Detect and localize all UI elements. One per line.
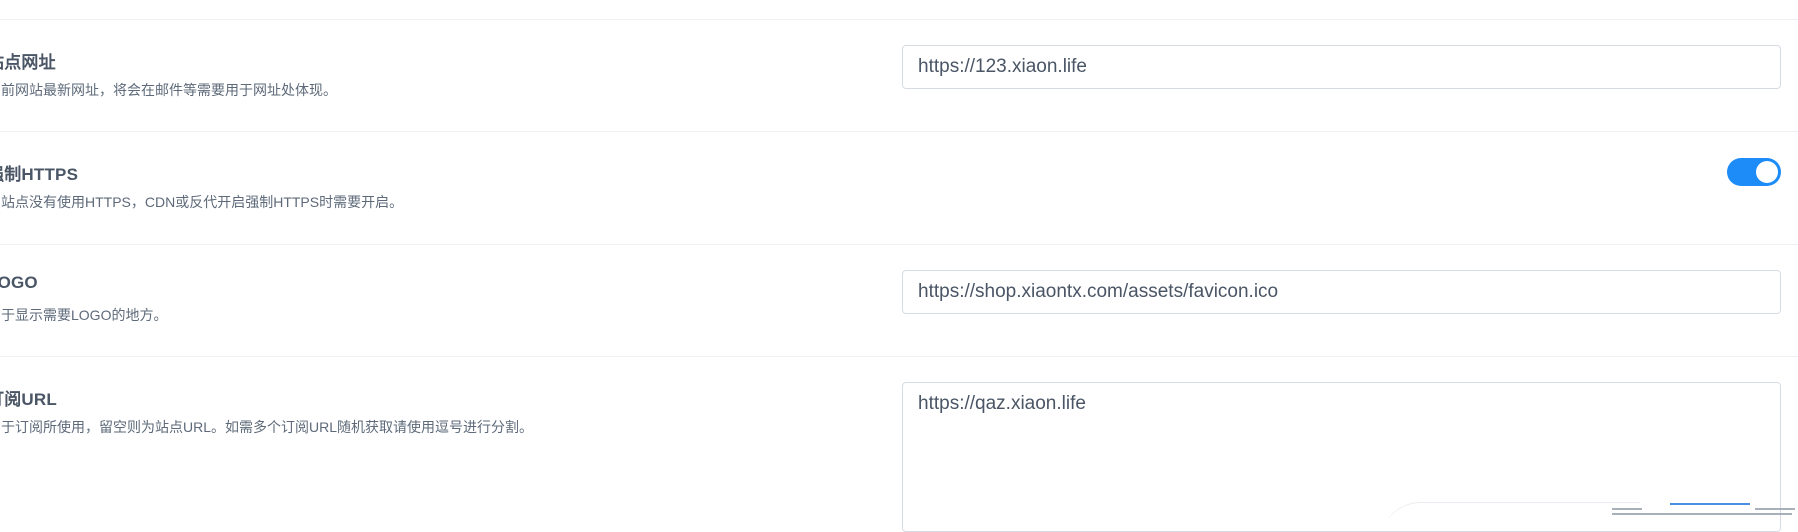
setting-row-subscribe-url: 订阅URL 用于订阅所使用，留空则为站点URL。如需多个订阅URL随机获取请使用… bbox=[0, 357, 1798, 532]
taskbar-thumbnail-strip bbox=[1380, 498, 1798, 518]
taskbar-mark bbox=[1612, 508, 1642, 510]
force-https-toggle[interactable] bbox=[1727, 158, 1781, 186]
taskbar-mark bbox=[1612, 513, 1792, 515]
setting-desc-subscribe-url: 用于订阅所使用，留空则为站点URL。如需多个订阅URL随机获取请使用逗号进行分割… bbox=[0, 419, 534, 435]
setting-desc-logo: 用于显示需要LOGO的地方。 bbox=[0, 307, 168, 323]
site-url-input[interactable] bbox=[902, 45, 1781, 89]
setting-row-site-url: 站点网址 当前网站最新网址，将会在邮件等需要用于网址处体现。 bbox=[0, 20, 1798, 132]
setting-desc-site-url: 当前网站最新网址，将会在邮件等需要用于网址处体现。 bbox=[0, 82, 337, 98]
taskbar-curve-decoration bbox=[1380, 502, 1640, 518]
taskbar-mark bbox=[1755, 508, 1795, 510]
taskbar-mark-highlight bbox=[1670, 503, 1750, 505]
toggle-knob bbox=[1756, 161, 1778, 183]
setting-desc-force-https: 当站点没有使用HTTPS，CDN或反代开启强制HTTPS时需要开启。 bbox=[0, 194, 404, 210]
setting-row-force-https: 强制HTTPS 当站点没有使用HTTPS，CDN或反代开启强制HTTPS时需要开… bbox=[0, 132, 1798, 245]
setting-title-site-url: 站点网址 bbox=[0, 53, 56, 72]
setting-title-subscribe-url: 订阅URL bbox=[0, 390, 57, 409]
setting-title-logo: LOGO bbox=[0, 273, 38, 292]
setting-title-force-https: 强制HTTPS bbox=[0, 165, 79, 184]
setting-row-logo: LOGO 用于显示需要LOGO的地方。 bbox=[0, 245, 1798, 357]
logo-url-input[interactable] bbox=[902, 270, 1781, 314]
